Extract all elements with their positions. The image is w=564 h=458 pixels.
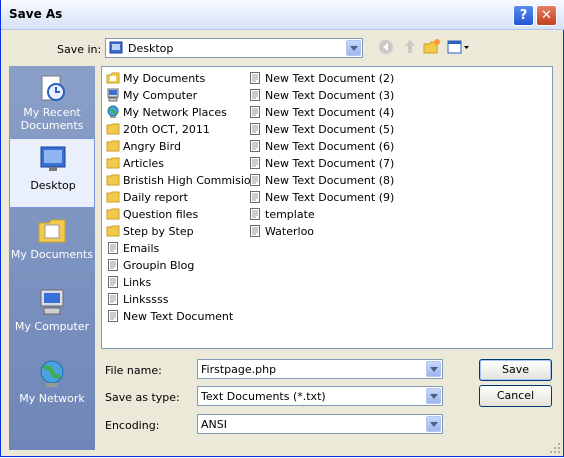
place-my-computer[interactable]: My Computer: [9, 282, 95, 352]
text-file-icon: [250, 123, 260, 135]
text-file-icon: [250, 106, 260, 118]
view-menu-icon[interactable]: [447, 38, 471, 56]
file-name: New Text Document (3): [265, 89, 395, 102]
place-label: My Computer: [14, 320, 90, 333]
back-icon[interactable]: [377, 38, 395, 56]
file-name: My Network Places: [123, 106, 227, 119]
encoding-value: ANSI: [201, 418, 227, 431]
place-label: My Recent Documents: [20, 106, 84, 132]
title-bar[interactable]: Save As ? ✕: [1, 0, 564, 30]
file-name: template: [265, 208, 315, 221]
folder-icon: [106, 191, 120, 203]
place-label: My Documents: [10, 248, 94, 261]
file-name: New Text Document (5): [265, 123, 395, 136]
file-name: New Text Document (7): [265, 157, 395, 170]
file-name-value[interactable]: Firstpage.php: [201, 363, 276, 376]
place-my-documents[interactable]: My Documents: [9, 210, 95, 280]
my-documents-icon: [106, 72, 120, 84]
save-in-value: Desktop: [128, 42, 174, 55]
folder-icon: [106, 140, 120, 152]
folder-icon: [106, 123, 120, 135]
file-name: My Documents: [123, 72, 206, 85]
my-documents-icon: [38, 219, 66, 243]
encoding-label: Encoding:: [105, 419, 160, 432]
chevron-down-icon[interactable]: [346, 40, 361, 56]
close-button[interactable]: ✕: [536, 5, 557, 26]
up-folder-icon[interactable]: [401, 38, 419, 56]
place-recent-documents[interactable]: My Recent Documents: [9, 68, 95, 138]
save-as-type-value: Text Documents (*.txt): [201, 390, 326, 403]
text-file-icon: [250, 208, 260, 220]
encoding-dropdown[interactable]: ANSI: [197, 414, 443, 434]
file-name: My Computer: [123, 89, 198, 102]
places-bar: My Recent Documents Desktop My Documents…: [9, 66, 95, 450]
text-file-icon: [250, 72, 260, 84]
chevron-down-icon[interactable]: [426, 388, 441, 404]
file-name: Articles: [123, 157, 165, 170]
file-name: Waterloo: [265, 225, 315, 238]
file-name: Linkssss: [123, 293, 169, 306]
cancel-button[interactable]: Cancel: [479, 385, 552, 407]
recent-documents-icon: [41, 75, 65, 101]
file-name: Step by Step: [123, 225, 194, 238]
new-folder-icon[interactable]: [423, 38, 441, 56]
desktop-icon: [40, 146, 66, 171]
resize-grip-icon[interactable]: [549, 442, 561, 454]
save-as-type-dropdown[interactable]: Text Documents (*.txt): [197, 386, 443, 406]
chevron-down-icon[interactable]: [426, 416, 441, 432]
file-name: Bristish High Commision: [123, 174, 258, 187]
text-file-icon: [108, 293, 118, 305]
file-name-input[interactable]: Firstpage.php: [197, 359, 443, 379]
text-file-icon: [108, 242, 118, 254]
save-button[interactable]: Save: [479, 359, 552, 381]
text-file-icon: [108, 259, 118, 271]
file-name: Emails: [123, 242, 160, 255]
file-name: Links: [123, 276, 152, 289]
text-file-icon: [250, 191, 260, 203]
text-file-icon: [250, 157, 260, 169]
folder-icon: [106, 208, 120, 220]
my-computer-icon: [107, 88, 119, 102]
chevron-down-icon[interactable]: [426, 361, 441, 377]
file-name: Groupin Blog: [123, 259, 195, 272]
folder-icon: [106, 225, 120, 237]
file-name: New Text Document (4): [265, 106, 395, 119]
place-desktop[interactable]: Desktop: [9, 138, 95, 208]
help-button[interactable]: ?: [513, 5, 534, 26]
text-file-icon: [108, 276, 118, 288]
file-name-label: File name:: [105, 364, 162, 377]
desktop-icon: [109, 41, 123, 54]
file-name: New Text Document: [123, 310, 234, 323]
text-file-icon: [250, 140, 260, 152]
save-as-dialog: Save As ? ✕ Save in: Desktop My Recent D…: [0, 0, 564, 457]
my-network-icon: [40, 360, 64, 387]
place-label: My Network: [19, 392, 85, 405]
text-file-icon: [250, 225, 260, 237]
file-name: New Text Document (8): [265, 174, 395, 187]
file-name: Angry Bird: [123, 140, 181, 153]
window-title: Save As: [9, 7, 63, 21]
text-file-icon: [250, 174, 260, 186]
network-places-icon: [107, 105, 119, 118]
place-label: Desktop: [30, 179, 76, 192]
file-name: 20th OCT, 2011: [123, 123, 210, 136]
my-computer-icon: [40, 289, 64, 315]
text-file-icon: [250, 89, 260, 101]
folder-icon: [106, 174, 120, 186]
save-as-type-label: Save as type:: [105, 391, 180, 404]
place-my-network[interactable]: My Network: [9, 354, 95, 424]
file-name: New Text Document (2): [265, 72, 395, 85]
text-file-icon: [108, 310, 118, 322]
folder-icon: [106, 157, 120, 169]
file-list[interactable]: My Documents My Computer My Network Places…: [101, 66, 553, 349]
file-name: Daily report: [123, 191, 188, 204]
file-name: New Text Document (6): [265, 140, 395, 153]
save-in-dropdown[interactable]: Desktop: [105, 38, 363, 58]
file-name: Question files: [123, 208, 199, 221]
file-name: New Text Document (9): [265, 191, 395, 204]
save-in-label: Save in:: [57, 43, 102, 56]
